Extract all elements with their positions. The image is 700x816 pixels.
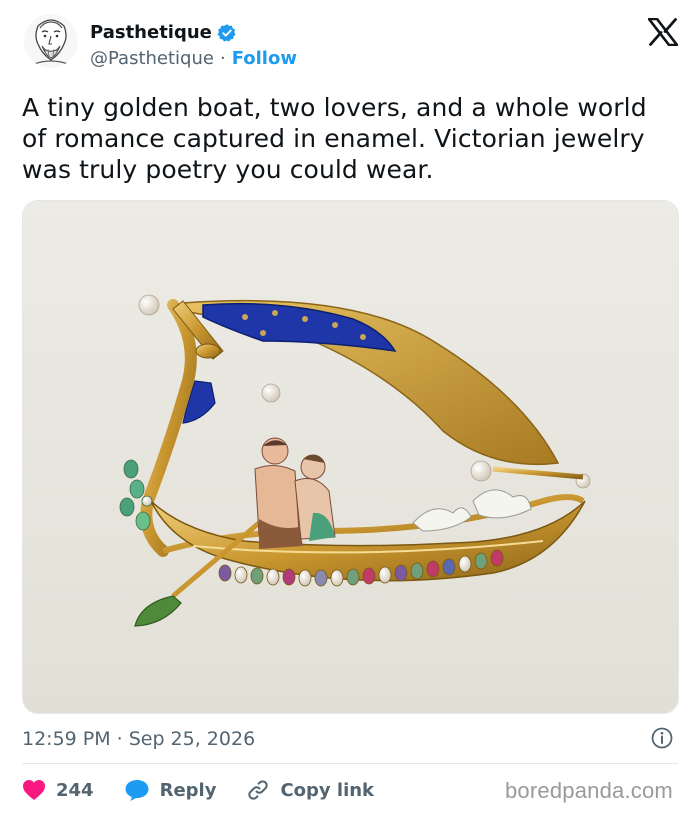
name-row: Pasthetique [90,22,237,43]
heart-icon [23,780,45,800]
tweet-text: A tiny golden boat, two lovers, and a wh… [22,92,682,185]
info-icon[interactable] [650,726,674,750]
tweet-timestamp-row: 12:59 PM · Sep 25, 2026 [22,724,678,754]
like-button[interactable]: 244 [22,779,94,801]
tweet-text-line: was truly poetry you could wear. [22,155,434,184]
like-count: 244 [56,779,94,801]
handle-separator: · [219,48,226,69]
user-handle[interactable]: @Pasthetique [90,48,214,69]
copy-link-button[interactable]: Copy link [246,778,374,802]
tweet-date[interactable]: Sep 25, 2026 [129,728,255,750]
handle-row: @Pasthetique · Follow [90,48,297,69]
brooch-photo [23,201,678,713]
timestamp-separator: · [116,728,123,750]
tweet-actions: 244 Reply Copy link [22,772,404,808]
tweet-header: Pasthetique @Pasthetique · Follow [0,0,700,86]
link-icon [248,780,269,800]
verified-badge-icon [217,23,236,41]
reply-label: Reply [159,779,217,801]
divider [22,763,678,764]
follow-button[interactable]: Follow [232,48,297,69]
reply-bubble-icon [125,780,149,801]
tweet-time[interactable]: 12:59 PM [22,728,111,750]
tweet-text-line: A tiny golden boat, two lovers, and a wh… [22,93,647,122]
avatar[interactable] [24,14,78,68]
avatar-bust-icon [24,14,78,68]
tweet-media-image[interactable] [22,200,679,714]
tweet-text-line: of romance captured in enamel. Victorian… [22,124,645,153]
display-name[interactable]: Pasthetique [90,22,212,43]
x-logo-icon[interactable] [648,18,678,46]
copy-link-label: Copy link [280,779,375,801]
watermark: boredpanda.com [505,778,673,803]
reply-button[interactable]: Reply [124,778,217,802]
